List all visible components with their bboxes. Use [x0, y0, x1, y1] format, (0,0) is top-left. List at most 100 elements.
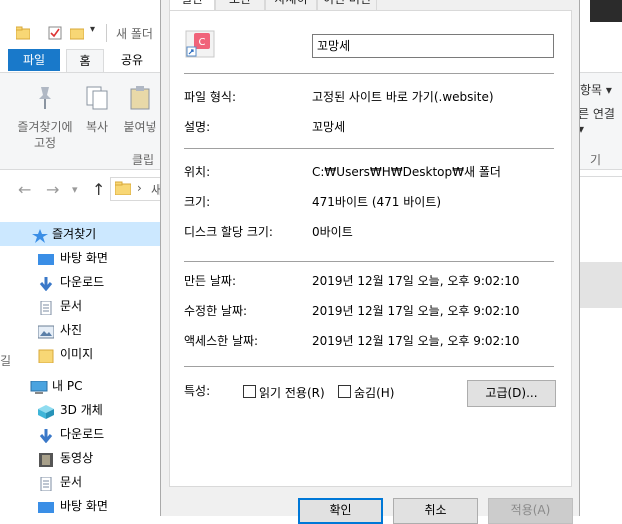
tree-item-desktop[interactable]: 바탕 화면	[0, 246, 170, 270]
size-label: 크기:	[184, 195, 211, 209]
ok-button[interactable]: 확인	[298, 498, 383, 524]
window-title: 새 폴더	[116, 27, 153, 41]
open-group-label: 기	[590, 153, 602, 167]
toolbar-divider	[106, 24, 107, 42]
star-icon	[32, 227, 48, 243]
tree-item-quick-access[interactable]: 즐겨찾기	[0, 222, 170, 246]
document-icon	[38, 475, 54, 492]
properties-check-icon[interactable]	[48, 26, 62, 40]
copy-icon	[80, 85, 114, 115]
size-value: 471바이트 (471 바이트)	[312, 195, 442, 209]
location-value: C:₩Users₩H₩Desktop₩새 폴더	[312, 165, 501, 179]
tab-file[interactable]: 파일	[8, 49, 60, 71]
tree-item-this-pc[interactable]: 내 PC	[0, 374, 170, 398]
file-type-value: 고정된 사이트 바로 가기(.website)	[312, 90, 494, 104]
title-bar-edge	[590, 0, 622, 22]
paste-icon	[118, 85, 162, 115]
description-label: 설명:	[184, 120, 211, 134]
tree-item-label: 바탕 화면	[60, 251, 108, 265]
paste-label: 붙여넣	[123, 120, 157, 134]
readonly-checkbox[interactable]	[243, 385, 256, 398]
created-value: 2019년 12월 17일 오늘, 오후 9:02:10	[312, 274, 520, 288]
download-icon	[38, 275, 54, 292]
tree-item-label: 문서	[60, 299, 83, 313]
cancel-button[interactable]: 취소	[393, 498, 478, 524]
tree-item-label: 다운로드	[60, 427, 105, 441]
tree-item-label: 내 PC	[52, 379, 83, 393]
pin-icon	[10, 85, 80, 115]
tree-item-images[interactable]: 이미지	[0, 342, 170, 366]
tree-item-documents[interactable]: 문서	[0, 294, 170, 318]
download-icon	[38, 427, 54, 444]
tree-item-label: 동영상	[60, 451, 94, 465]
tree-item-label: 다운로드	[60, 275, 105, 289]
paste-button[interactable]: 붙여넣	[118, 85, 162, 135]
new-folder-icon[interactable]	[69, 26, 85, 40]
tab-home[interactable]: 홈	[66, 49, 104, 74]
copy-button[interactable]: 복사	[80, 85, 114, 135]
up-arrow-icon[interactable]: ↑	[92, 180, 105, 199]
separator	[184, 73, 554, 74]
computer-icon	[30, 379, 48, 394]
disk-size-value: 0바이트	[312, 225, 353, 239]
separator	[184, 366, 554, 367]
tree-item-label: 이미지	[60, 347, 94, 361]
tree-item-documents-pc[interactable]: 문서	[0, 470, 170, 494]
select-item-menu[interactable]: 항목 ▾	[580, 81, 612, 98]
tree-item-label: 사진	[60, 323, 83, 337]
recent-locations-chevron-icon[interactable]: ▾	[72, 183, 78, 196]
hidden-checkbox[interactable]	[338, 385, 351, 398]
tree-item-3d-objects[interactable]: 3D 개체	[0, 398, 170, 422]
tree-item-videos[interactable]: 동영상	[0, 446, 170, 470]
content-area-selection	[578, 262, 622, 308]
video-icon	[38, 451, 54, 467]
accessed-value: 2019년 12월 17일 오늘, 오후 9:02:10	[312, 334, 520, 348]
separator	[184, 148, 554, 149]
open-with-menu[interactable]: 른 연결 ▾	[578, 105, 622, 136]
file-type-label: 파일 형식:	[184, 90, 237, 104]
modified-value: 2019년 12월 17일 오늘, 오후 9:02:10	[312, 304, 520, 318]
apply-button[interactable]: 적용(A)	[488, 498, 573, 524]
tree-item-downloads[interactable]: 다운로드	[0, 270, 170, 294]
address-folder-icon	[114, 181, 132, 198]
tree-item-label: 3D 개체	[60, 403, 103, 417]
tree-item-label: 바탕 화면	[60, 499, 108, 513]
copy-label: 복사	[85, 120, 109, 134]
advanced-button[interactable]: 고급(D)...	[467, 380, 556, 407]
attributes-label: 특성:	[184, 384, 211, 398]
separator	[184, 261, 554, 262]
modified-label: 수정한 날짜:	[184, 304, 248, 318]
file-name-field[interactable]: 꼬망세	[312, 34, 554, 58]
document-icon	[38, 299, 54, 316]
readonly-label[interactable]: 읽기 전용(R)	[259, 384, 325, 401]
desktop-icon	[38, 499, 54, 513]
description-value: 꼬망세	[312, 120, 346, 134]
tree-item-pictures[interactable]: 사진	[0, 318, 170, 342]
chevron-down-icon[interactable]: ▾	[90, 24, 104, 38]
disk-size-label: 디스크 할당 크기:	[184, 225, 273, 239]
pin-label: 즐겨찾기에 고정	[17, 120, 73, 150]
clipboard-group-label: 클립	[132, 153, 155, 167]
cube-icon	[38, 403, 54, 419]
general-tab-panel	[169, 10, 572, 487]
folder-icon[interactable]	[15, 26, 31, 40]
tree-item-downloads-pc[interactable]: 다운로드	[0, 422, 170, 446]
created-label: 만든 날짜:	[184, 274, 237, 288]
tab-share[interactable]: 공유	[112, 49, 152, 71]
shortcut-letter: C	[199, 37, 206, 48]
navigation-pane: 즐겨찾기 바탕 화면 다운로드 문서 사진 이미지 내 PC 3D 개체 다운로…	[0, 218, 170, 516]
hidden-label[interactable]: 숨김(H)	[354, 384, 394, 401]
divider	[578, 176, 622, 177]
breadcrumb-chevron-icon: ›	[137, 181, 142, 195]
website-shortcut-icon: C	[184, 30, 216, 58]
tree-item-desktop-pc[interactable]: 바탕 화면	[0, 494, 170, 518]
pin-to-quick-access-button[interactable]: 즐겨찾기에 고정	[10, 85, 80, 151]
forward-arrow-icon[interactable]: →	[46, 180, 59, 199]
pictures-icon	[37, 323, 55, 339]
tree-item-label: 문서	[60, 475, 83, 489]
tree-item-label: 즐겨찾기	[52, 227, 97, 241]
location-label: 위치:	[184, 165, 211, 179]
accessed-label: 액세스한 날짜:	[184, 334, 259, 348]
back-arrow-icon[interactable]: ←	[18, 180, 31, 199]
desktop-icon	[38, 251, 54, 265]
